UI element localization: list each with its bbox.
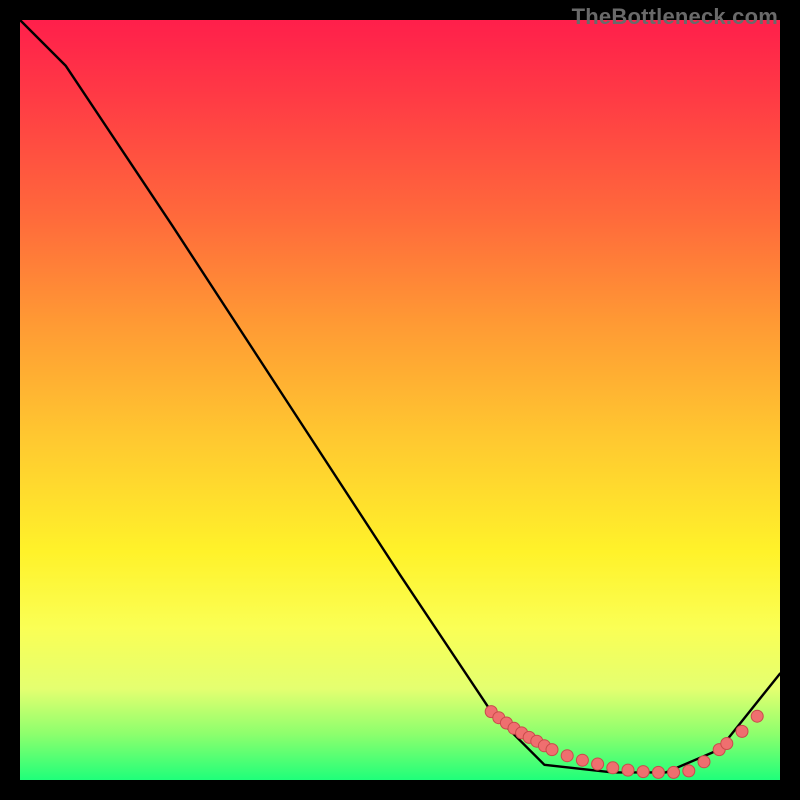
highlight-marker [607, 762, 619, 774]
highlight-marker [652, 766, 664, 778]
highlight-marker [622, 764, 634, 776]
bottleneck-curve-line [20, 20, 780, 772]
highlight-marker [576, 754, 588, 766]
highlight-marker [668, 766, 680, 778]
highlight-marker [751, 710, 763, 722]
highlight-marker [592, 758, 604, 770]
highlight-marker [721, 738, 733, 750]
highlight-marker [736, 725, 748, 737]
highlight-marker [698, 756, 710, 768]
highlight-marker [561, 750, 573, 762]
highlight-marker [683, 765, 695, 777]
highlight-marker [637, 766, 649, 778]
highlight-marker [546, 744, 558, 756]
highlight-markers [485, 706, 763, 779]
chart-overlay [20, 20, 780, 780]
